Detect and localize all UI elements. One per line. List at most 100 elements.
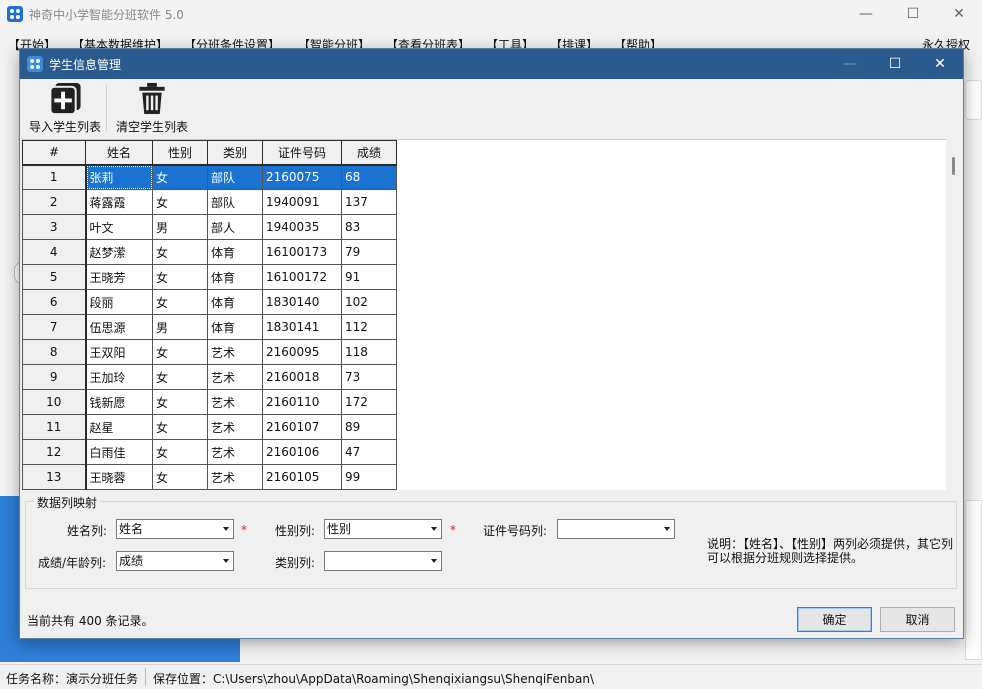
- score-cell[interactable]: 118: [341, 339, 397, 365]
- id-cell[interactable]: 2160105: [262, 464, 342, 490]
- category-cell[interactable]: 部队: [207, 189, 263, 215]
- column-header-gender[interactable]: 性别: [152, 140, 208, 166]
- category-cell[interactable]: 艺术: [207, 439, 263, 465]
- gender-cell[interactable]: 女: [152, 264, 208, 290]
- clear-students-button[interactable]: 清空学生列表: [112, 81, 192, 135]
- table-row[interactable]: 11 赵星女艺术 2160107 89: [22, 414, 397, 440]
- score-cell[interactable]: 89: [341, 414, 397, 440]
- gender-cell[interactable]: 女: [152, 414, 208, 440]
- score-cell[interactable]: 172: [341, 389, 397, 415]
- score-cell[interactable]: 79: [341, 239, 397, 265]
- category-cell[interactable]: 艺术: [207, 389, 263, 415]
- gender-cell[interactable]: 女: [152, 439, 208, 465]
- table-row[interactable]: 10 钱新愿女艺术 2160110 172: [22, 389, 397, 415]
- score-column-select[interactable]: 成绩: [116, 551, 234, 571]
- category-cell[interactable]: 体育: [207, 264, 263, 290]
- row-index[interactable]: 13: [22, 464, 87, 490]
- id-cell[interactable]: 2160075: [262, 164, 342, 190]
- dialog-minimize-icon[interactable]: —: [827, 49, 873, 79]
- close-icon[interactable]: ✕: [936, 0, 982, 28]
- row-index[interactable]: 6: [22, 289, 87, 315]
- score-cell[interactable]: 102: [341, 289, 397, 315]
- score-cell[interactable]: 112: [341, 314, 397, 340]
- dialog-close-icon[interactable]: ✕: [917, 49, 963, 79]
- id-cell[interactable]: 2160018: [262, 364, 342, 390]
- name-cell[interactable]: 白雨佳: [85, 439, 153, 465]
- column-header-category[interactable]: 类别: [207, 140, 263, 166]
- gender-cell[interactable]: 女: [152, 289, 208, 315]
- row-index[interactable]: 1: [22, 164, 87, 190]
- gender-cell[interactable]: 男: [152, 314, 208, 340]
- name-cell[interactable]: 叶文: [85, 214, 153, 240]
- table-row[interactable]: 7 伍思源男体育 1830141 112: [22, 314, 397, 340]
- name-cell[interactable]: 赵星: [85, 414, 153, 440]
- table-row[interactable]: 12 白雨佳女艺术 2160106 47: [22, 439, 397, 465]
- score-cell[interactable]: 83: [341, 214, 397, 240]
- score-cell[interactable]: 91: [341, 264, 397, 290]
- minimize-icon[interactable]: —: [843, 0, 889, 28]
- name-cell[interactable]: 伍思源: [85, 314, 153, 340]
- category-column-select[interactable]: [324, 551, 442, 571]
- gender-cell[interactable]: 女: [152, 339, 208, 365]
- row-index[interactable]: 5: [22, 264, 87, 290]
- row-index[interactable]: 8: [22, 339, 87, 365]
- column-header-name[interactable]: 姓名: [85, 140, 153, 166]
- ok-button[interactable]: 确定: [797, 607, 872, 632]
- student-grid[interactable]: # 姓名 性别 类别 证件号码 成绩 1 张莉女部队 2160075 68 2 蒋露霞女部…: [22, 139, 946, 490]
- column-header-score[interactable]: 成绩: [341, 140, 397, 166]
- column-header-id[interactable]: 证件号码: [262, 140, 342, 166]
- category-cell[interactable]: 艺术: [207, 364, 263, 390]
- score-cell[interactable]: 137: [341, 189, 397, 215]
- name-cell[interactable]: 蒋露霞: [85, 189, 153, 215]
- table-row[interactable]: 13 王晓蓉女艺术 2160105 99: [22, 464, 397, 490]
- name-cell[interactable]: 赵梦潆: [85, 239, 153, 265]
- id-cell[interactable]: 2160106: [262, 439, 342, 465]
- id-cell[interactable]: 16100172: [262, 264, 342, 290]
- gender-cell[interactable]: 女: [152, 464, 208, 490]
- category-cell[interactable]: 部队: [207, 164, 263, 190]
- table-row[interactable]: 1 张莉女部队 2160075 68: [22, 164, 397, 190]
- gender-cell[interactable]: 男: [152, 214, 208, 240]
- category-cell[interactable]: 艺术: [207, 414, 263, 440]
- category-cell[interactable]: 艺术: [207, 464, 263, 490]
- id-column-select[interactable]: [557, 519, 675, 539]
- scrollbar-thumb[interactable]: [952, 157, 955, 175]
- score-cell[interactable]: 68: [341, 164, 397, 190]
- gender-cell[interactable]: 女: [152, 239, 208, 265]
- row-index[interactable]: 4: [22, 239, 87, 265]
- table-row[interactable]: 6 段丽女体育 1830140 102: [22, 289, 397, 315]
- gender-cell[interactable]: 女: [152, 164, 208, 190]
- maximize-icon[interactable]: ☐: [890, 0, 936, 28]
- row-index[interactable]: 3: [22, 214, 87, 240]
- name-cell[interactable]: 段丽: [85, 289, 153, 315]
- category-cell[interactable]: 体育: [207, 314, 263, 340]
- name-cell[interactable]: 王双阳: [85, 339, 153, 365]
- row-index[interactable]: 2: [22, 189, 87, 215]
- dialog-maximize-icon[interactable]: ☐: [872, 49, 918, 79]
- row-index[interactable]: 12: [22, 439, 87, 465]
- import-students-button[interactable]: 导入学生列表: [25, 81, 105, 135]
- name-column-select[interactable]: 姓名: [116, 519, 234, 539]
- id-cell[interactable]: 2160107: [262, 414, 342, 440]
- gender-cell[interactable]: 女: [152, 389, 208, 415]
- category-cell[interactable]: 体育: [207, 239, 263, 265]
- table-row[interactable]: 9 王加玲女艺术 2160018 73: [22, 364, 397, 390]
- gender-column-select[interactable]: 性别: [324, 519, 442, 539]
- table-row[interactable]: 4 赵梦潆女体育 16100173 79: [22, 239, 397, 265]
- score-cell[interactable]: 73: [341, 364, 397, 390]
- score-cell[interactable]: 99: [341, 464, 397, 490]
- table-row[interactable]: 2 蒋露霞女部队 1940091 137: [22, 189, 397, 215]
- id-cell[interactable]: 2160095: [262, 339, 342, 365]
- row-index[interactable]: 9: [22, 364, 87, 390]
- name-cell[interactable]: 王加玲: [85, 364, 153, 390]
- row-index[interactable]: 7: [22, 314, 87, 340]
- id-cell[interactable]: 1940091: [262, 189, 342, 215]
- id-cell[interactable]: 1940035: [262, 214, 342, 240]
- gender-cell[interactable]: 女: [152, 189, 208, 215]
- id-cell[interactable]: 1830140: [262, 289, 342, 315]
- row-index[interactable]: 11: [22, 414, 87, 440]
- id-cell[interactable]: 1830141: [262, 314, 342, 340]
- name-cell[interactable]: 钱新愿: [85, 389, 153, 415]
- score-cell[interactable]: 47: [341, 439, 397, 465]
- category-cell[interactable]: 部人: [207, 214, 263, 240]
